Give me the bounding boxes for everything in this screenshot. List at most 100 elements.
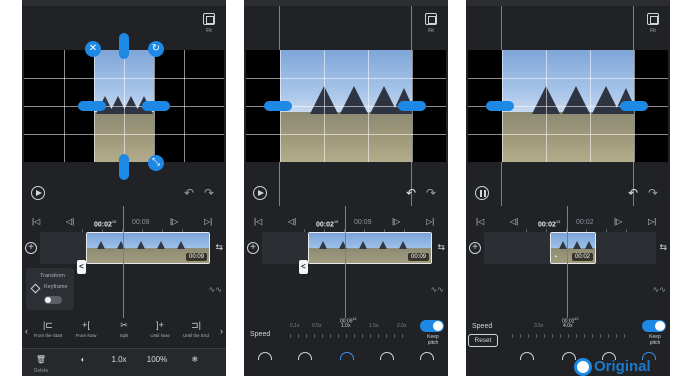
- add-clip-button[interactable]: +: [247, 242, 259, 254]
- speed-scale-3: 1.5x: [369, 323, 379, 329]
- transport-bar: |◁ ◁| 00:0215 00:09 |▷ ▷|: [22, 215, 226, 229]
- tool-from-start[interactable]: |⊏ From the Start: [28, 320, 68, 338]
- preview-canvas[interactable]: [24, 33, 224, 180]
- skip-start-icon[interactable]: |◁: [476, 217, 484, 226]
- tool-until-end[interactable]: ⊐| Until the End: [176, 320, 216, 338]
- transition-icon[interactable]: ⇆: [437, 242, 445, 253]
- fit-icon: [647, 13, 659, 25]
- next-time: 00:09: [354, 219, 372, 226]
- speed-scale-0: 3.5x: [534, 323, 544, 329]
- playhead[interactable]: [567, 206, 568, 318]
- speed-scale-1: 0.5x: [312, 323, 322, 329]
- right-crop-handle[interactable]: [620, 101, 648, 111]
- clip-trim-handle[interactable]: <: [77, 260, 86, 274]
- left-crop-handle[interactable]: [264, 101, 292, 111]
- redo-icon[interactable]: ↷: [202, 186, 216, 200]
- transport-bar: |◁ ◁| 00:0215 00:02 |▷ ▷|: [466, 215, 670, 229]
- preview-canvas[interactable]: [246, 50, 446, 162]
- next-frame-icon[interactable]: |▷: [170, 217, 178, 226]
- chevron-right-icon[interactable]: ›: [220, 326, 223, 336]
- skip-end-icon[interactable]: ▷|: [204, 217, 212, 226]
- audio-wave-icon[interactable]: ∿∿: [209, 285, 222, 294]
- prev-frame-icon[interactable]: ◁|: [66, 217, 74, 226]
- preview-canvas[interactable]: [468, 50, 668, 162]
- delete-button[interactable]: 🗑 Delete: [26, 355, 56, 374]
- keyframe-icon[interactable]: [30, 283, 41, 294]
- filter-button[interactable]: ◐: [68, 355, 98, 364]
- keep-pitch-toggle[interactable]: [642, 320, 666, 332]
- resize-icon[interactable]: ⤡: [148, 155, 164, 171]
- transport-bar: |◁ ◁| 00:0215 00:09 |▷ ▷|: [244, 215, 448, 229]
- transition-icon[interactable]: ⇆: [215, 242, 223, 253]
- prev-frame-icon[interactable]: ◁|: [288, 217, 296, 226]
- playhead[interactable]: [123, 206, 124, 318]
- next-frame-icon[interactable]: |▷: [392, 217, 400, 226]
- prev-frame-icon[interactable]: ◁|: [510, 217, 518, 226]
- right-crop-handle[interactable]: [142, 101, 170, 111]
- speed-gauge-icon[interactable]: [258, 352, 272, 360]
- left-crop-handle[interactable]: [486, 101, 514, 111]
- bottom-crop-handle[interactable]: [119, 154, 129, 180]
- fit-button[interactable]: Fit: [646, 13, 660, 34]
- next-frame-icon[interactable]: |▷: [614, 217, 622, 226]
- fit-icon: [425, 13, 437, 25]
- speed-label: Speed: [250, 331, 271, 338]
- close-icon[interactable]: ✕: [85, 41, 101, 57]
- pause-button[interactable]: [475, 186, 489, 200]
- tool-until-now[interactable]: ]+ Until Now: [140, 320, 180, 338]
- phone-screen-speed: Fit ↶ ↷ |◁ ◁| 00:0215 00:09 |▷ ▷| + 00:0…: [244, 0, 448, 376]
- clip-duration: 00:02: [571, 253, 593, 261]
- speed-gauge-icon[interactable]: [420, 352, 434, 360]
- effects-button[interactable]: ❄: [180, 355, 210, 364]
- audio-wave-icon[interactable]: ∿∿: [653, 285, 666, 294]
- speed-gauge-selected-icon[interactable]: [340, 352, 354, 360]
- play-button[interactable]: [31, 186, 45, 200]
- status-bar: [22, 0, 226, 6]
- timeline-gap-right: [596, 232, 656, 264]
- audio-wave-icon[interactable]: ∿∿: [431, 285, 444, 294]
- pause-icon: [480, 190, 482, 197]
- speed-gauge-icon[interactable]: [298, 352, 312, 360]
- skip-end-icon[interactable]: ▷|: [426, 217, 434, 226]
- fit-label: Fit: [428, 28, 434, 34]
- skip-start-icon[interactable]: |◁: [32, 217, 40, 226]
- play-icon: [36, 190, 42, 196]
- speed-gauge-icon[interactable]: [520, 352, 534, 360]
- scissors-icon: ✂: [120, 320, 128, 330]
- volume-button[interactable]: 100%: [142, 355, 172, 364]
- undo-icon[interactable]: ↶: [182, 186, 196, 200]
- redo-icon[interactable]: ↷: [646, 186, 660, 200]
- tool-split[interactable]: ✂ Split: [104, 320, 144, 338]
- right-crop-handle[interactable]: [398, 101, 426, 111]
- video-clip[interactable]: 00:09: [86, 232, 210, 264]
- skip-end-icon[interactable]: ▷|: [648, 217, 656, 226]
- play-button[interactable]: [253, 186, 267, 200]
- playhead[interactable]: [345, 206, 346, 318]
- fit-button[interactable]: Fit: [202, 13, 216, 34]
- transition-icon[interactable]: ⇆: [659, 242, 667, 253]
- speed-slider[interactable]: [512, 334, 632, 340]
- undo-icon[interactable]: ↶: [626, 186, 640, 200]
- speed-slider[interactable]: [290, 334, 410, 340]
- redo-icon[interactable]: ↷: [424, 186, 438, 200]
- add-clip-button[interactable]: +: [25, 242, 37, 254]
- phone-screen-speed-fast: Fit ↶ ↷ |◁ ◁| 00:0215 00:02 |▷ ▷| + ◔ 00…: [466, 0, 670, 376]
- keep-pitch-toggle[interactable]: [420, 320, 444, 332]
- clip-trim-handle[interactable]: <: [299, 260, 308, 274]
- speed-scale-0: 0.1x: [290, 323, 300, 329]
- skip-start-icon[interactable]: |◁: [254, 217, 262, 226]
- keyframe-toggle[interactable]: [44, 296, 62, 304]
- fit-button[interactable]: Fit: [424, 13, 438, 34]
- video-clip[interactable]: ◔ 00:02: [550, 232, 596, 264]
- left-crop-handle[interactable]: [78, 101, 106, 111]
- add-clip-button[interactable]: +: [469, 242, 481, 254]
- top-crop-handle[interactable]: [119, 33, 129, 59]
- rotate-icon[interactable]: ↻: [148, 41, 164, 57]
- video-clip[interactable]: 00:09: [308, 232, 432, 264]
- speed-badge-icon: ◔: [553, 254, 558, 261]
- reset-button[interactable]: Reset: [468, 334, 498, 347]
- speed-gauge-icon[interactable]: [380, 352, 394, 360]
- undo-icon[interactable]: ↶: [404, 186, 418, 200]
- tool-from-now[interactable]: +[From Now: [66, 320, 106, 338]
- speed-button[interactable]: 1.0x: [104, 355, 134, 364]
